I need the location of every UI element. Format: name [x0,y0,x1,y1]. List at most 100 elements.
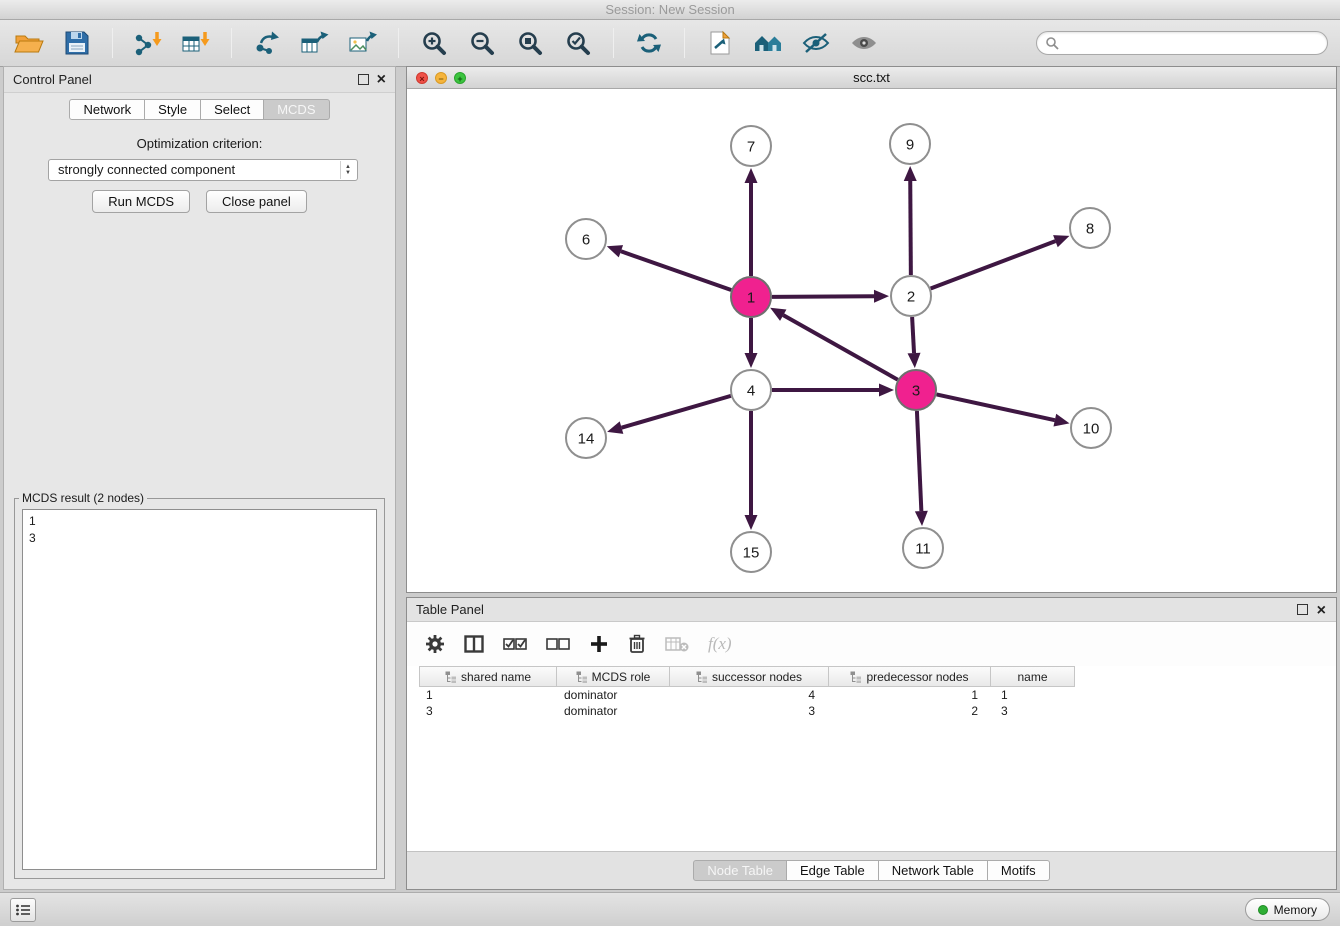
graph-edge-3-10[interactable] [937,394,1055,420]
export-network-icon[interactable] [250,26,284,60]
mcds-buttons-row: Run MCDS Close panel [4,190,395,213]
graph-edge-arrowhead [607,245,623,257]
float-table-panel-icon[interactable] [1297,604,1308,615]
hide-details-eye-slash-icon[interactable] [799,26,833,60]
delete-table-icon[interactable] [665,635,689,653]
graph-edge-1-2[interactable] [772,296,874,297]
column-header-mcds-role[interactable]: MCDS role [556,666,670,687]
graph-edge-arrowhead [908,353,921,368]
float-panel-icon[interactable] [358,74,369,85]
column-header-label: shared name [461,670,531,684]
select-all-icon[interactable] [503,636,527,652]
function-builder-icon[interactable]: f(x) [708,634,732,654]
deselect-all-icon[interactable] [546,636,570,652]
toolbar-separator [112,28,113,58]
window-titlebar: Session: New Session [0,0,1340,20]
close-table-panel-icon[interactable]: × [1317,598,1326,624]
table-panel-header: Table Panel × [407,598,1336,622]
open-session-icon[interactable] [12,26,46,60]
cell-name[interactable]: 1 [994,687,1079,703]
show-columns-icon[interactable] [464,635,484,653]
graph-edge-2-8[interactable] [931,241,1056,288]
tab-style[interactable]: Style [144,99,201,120]
graph-node-label: 2 [907,289,915,306]
task-history-list-icon[interactable] [10,898,36,922]
cell-shared-name[interactable]: 3 [419,703,557,719]
column-type-icon [576,671,588,683]
graph-node-label: 6 [582,232,590,249]
refresh-icon[interactable] [632,26,666,60]
tab-mcds[interactable]: MCDS [263,99,329,120]
run-mcds-button[interactable]: Run MCDS [92,190,190,213]
criterion-dropdown[interactable]: strongly connected component ▲▼ [48,159,358,181]
maximize-window-icon[interactable]: + [454,72,466,84]
column-type-icon [696,671,708,683]
column-header-label: successor nodes [712,670,802,684]
column-header-name[interactable]: name [990,666,1075,687]
graph-edge-3-11[interactable] [917,411,921,511]
delete-trash-icon[interactable] [628,634,646,654]
tab-network-table[interactable]: Network Table [878,860,988,881]
network-graph[interactable]: 7968124314101511 [407,89,1336,593]
toolbar-separator [613,28,614,58]
table-settings-gear-icon[interactable] [425,634,445,654]
add-column-plus-icon[interactable] [589,634,609,654]
table-row[interactable]: 1 dominator 4 1 1 [419,687,1336,703]
graph-edge-arrowhead [745,353,758,368]
graph-edge-3-1[interactable] [783,315,897,380]
table-panel-title: Table Panel [416,602,484,617]
search-icon [1045,36,1059,50]
optimization-criterion-label: Optimization criterion: [4,136,395,151]
close-panel-button[interactable]: Close panel [206,190,307,213]
cell-successor-nodes[interactable]: 3 [671,703,831,719]
column-header-shared-name[interactable]: shared name [419,666,557,687]
zoom-out-icon[interactable] [465,26,499,60]
network-window-titlebar: × − + scc.txt [407,67,1336,89]
network-canvas[interactable]: 7968124314101511 [407,89,1336,592]
mcds-result-list[interactable]: 1 3 [22,509,377,870]
export-table-icon[interactable] [298,26,332,60]
window-controls: × − + [416,72,466,84]
zoom-in-icon[interactable] [417,26,451,60]
tab-motifs[interactable]: Motifs [987,860,1050,881]
export-image-icon[interactable] [346,26,380,60]
cell-predecessor-nodes[interactable]: 1 [831,687,994,703]
memory-button[interactable]: Memory [1245,898,1330,921]
zoom-fit-icon[interactable] [513,26,547,60]
minimize-window-icon[interactable]: − [435,72,447,84]
graph-edge-arrowhead [904,166,917,181]
save-session-icon[interactable] [60,26,94,60]
document-network-icon[interactable] [703,26,737,60]
show-details-eye-icon[interactable] [847,26,881,60]
cell-successor-nodes[interactable]: 4 [671,687,831,703]
import-network-icon[interactable] [131,26,165,60]
cell-predecessor-nodes[interactable]: 2 [831,703,994,719]
mcds-result-item[interactable]: 1 [29,513,376,530]
status-bar: Memory [0,892,1340,926]
column-header-successor-nodes[interactable]: successor nodes [669,666,829,687]
cell-name[interactable]: 3 [994,703,1079,719]
import-table-icon[interactable] [179,26,213,60]
tab-edge-table[interactable]: Edge Table [786,860,879,881]
dropdown-stepper-icon: ▲▼ [340,161,355,179]
tab-network[interactable]: Network [69,99,145,120]
graph-edge-2-3[interactable] [912,317,914,353]
column-header-label: MCDS role [592,670,651,684]
cell-mcds-role[interactable]: dominator [557,703,671,719]
search-input[interactable] [1065,36,1319,50]
close-window-icon[interactable]: × [416,72,428,84]
cell-mcds-role[interactable]: dominator [557,687,671,703]
graph-edge-4-14[interactable] [622,396,731,428]
tab-select[interactable]: Select [200,99,264,120]
column-header-predecessor-nodes[interactable]: predecessor nodes [828,666,991,687]
search-box[interactable] [1036,31,1328,55]
close-panel-icon[interactable]: × [377,67,386,93]
graph-edge-1-6[interactable] [621,251,731,290]
home-icon[interactable] [751,26,785,60]
zoom-selected-icon[interactable] [561,26,595,60]
tab-node-table[interactable]: Node Table [693,860,787,881]
mcds-result-item[interactable]: 3 [29,530,376,547]
cell-shared-name[interactable]: 1 [419,687,557,703]
graph-edge-2-9[interactable] [910,181,911,275]
table-row[interactable]: 3 dominator 3 2 3 [419,703,1336,719]
